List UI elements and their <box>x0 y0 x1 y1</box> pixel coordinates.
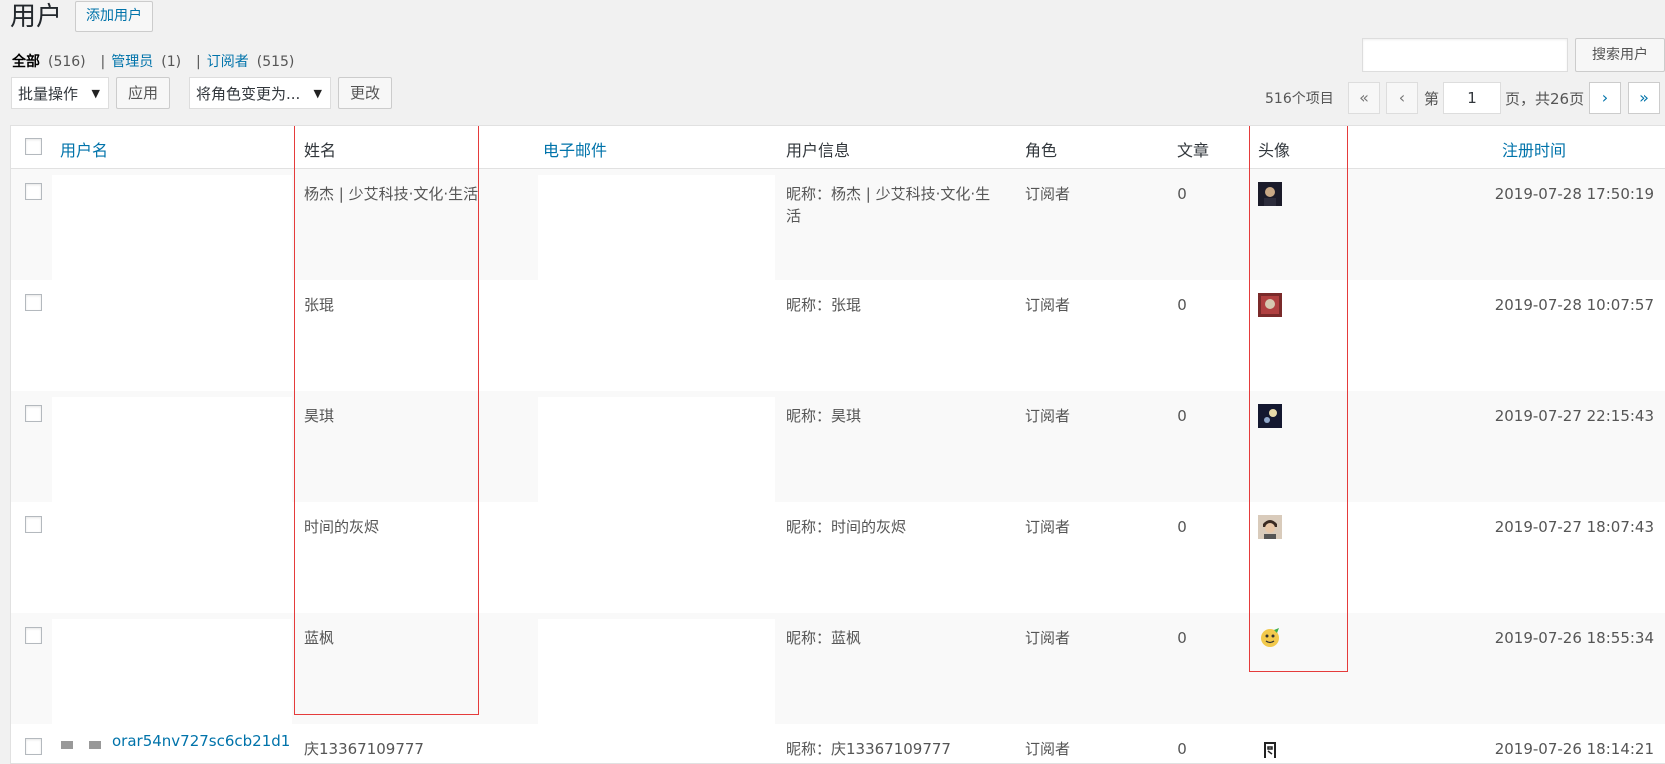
search-users-input[interactable] <box>1362 38 1568 72</box>
user-name: 蓝枫 <box>304 629 335 647</box>
table-row: 时间的灰烬 昵称：时间的灰烬 订阅者 0 2019-07-27 18:07:43 <box>11 502 1665 613</box>
registered-date: 2019-07-28 17:50:19 <box>1494 185 1654 203</box>
table-row: orar54nv727sc6cb21d1 庆13367109777 昵称：庆13… <box>11 724 1665 763</box>
change-role-label: 将角色变更为... <box>196 85 301 103</box>
role-filters: 全部 (516) | 管理员 (1) | 订阅者 (515) <box>12 52 294 72</box>
users-table: 用户名 姓名 电子邮件 用户信息 角色 文章 头像 注册时间 杨杰 | 少艾科技… <box>10 125 1665 764</box>
user-role: 订阅者 <box>1025 740 1071 758</box>
registered-date: 2019-07-26 18:55:34 <box>1494 629 1654 647</box>
filter-all-count: (516) <box>48 54 86 70</box>
table-row: 张琨 昵称：张琨 订阅者 0 2019-07-28 10:07:57 <box>11 280 1665 391</box>
column-posts: 文章 <box>1177 141 1210 160</box>
column-role: 角色 <box>1025 141 1058 160</box>
filter-subscriber-count: (515) <box>256 54 295 70</box>
current-page-input[interactable]: 1 <box>1443 82 1501 114</box>
registered-date: 2019-07-27 18:07:43 <box>1494 518 1654 536</box>
next-page-button[interactable]: › <box>1589 82 1621 114</box>
redacted-email <box>538 397 775 502</box>
select-all-checkbox[interactable] <box>25 138 42 155</box>
last-page-button[interactable]: » <box>1628 82 1660 114</box>
column-email[interactable]: 电子邮件 <box>543 137 607 161</box>
column-user-info: 用户信息 <box>786 141 851 160</box>
filter-administrator-count: (1) <box>161 54 182 70</box>
redacted-username <box>52 175 292 280</box>
registered-date: 2019-07-26 18:14:21 <box>1494 740 1654 758</box>
user-name: 杨杰 | 少艾科技·文化·生活 <box>304 185 479 203</box>
user-name: 时间的灰烬 <box>304 518 380 536</box>
row-checkbox[interactable] <box>25 294 42 311</box>
search-users-button[interactable]: 搜索用户 <box>1575 38 1665 72</box>
avatar <box>1258 515 1282 539</box>
items-count: 516个项目 <box>1265 91 1334 107</box>
registered-date: 2019-07-28 10:07:57 <box>1494 296 1654 314</box>
filter-separator: | <box>96 54 106 70</box>
user-posts[interactable]: 0 <box>1167 294 1197 316</box>
column-avatar: 头像 <box>1258 141 1291 160</box>
user-name: 昊琪 <box>304 407 335 425</box>
user-posts[interactable]: 0 <box>1167 627 1197 649</box>
filter-all[interactable]: 全部 <box>12 54 40 70</box>
user-nickname-wrap: 活 <box>786 207 802 225</box>
user-nickname: 昵称：杨杰 | 少艾科技·文化·生 <box>786 185 991 203</box>
registered-date: 2019-07-27 22:15:43 <box>1494 407 1654 425</box>
avatar <box>1258 293 1282 317</box>
user-avatar-placeholder-icon <box>89 741 101 749</box>
prev-page-button[interactable]: ‹ <box>1386 82 1418 114</box>
table-header: 用户名 姓名 电子邮件 用户信息 角色 文章 头像 注册时间 <box>11 126 1665 169</box>
table-row: 杨杰 | 少艾科技·文化·生活 昵称：杨杰 | 少艾科技·文化·生 活 订阅者 … <box>11 169 1665 280</box>
apply-button[interactable]: 应用 <box>116 77 170 109</box>
avatar <box>1258 182 1282 206</box>
redacted-email <box>538 175 775 280</box>
row-checkbox[interactable] <box>25 627 42 644</box>
bulk-action-select[interactable]: 批量操作 ▼ <box>11 77 109 109</box>
user-posts[interactable]: 0 <box>1167 516 1197 538</box>
user-info: 昵称：蓝枫 <box>786 629 862 647</box>
user-info: 昵称：庆13367109777 <box>786 740 951 758</box>
user-posts[interactable]: 0 <box>1167 405 1197 427</box>
row-checkbox[interactable] <box>25 516 42 533</box>
page-prefix: 第 <box>1424 90 1440 108</box>
column-registered[interactable]: 注册时间 <box>1502 137 1566 161</box>
avatar <box>1258 738 1282 762</box>
filter-separator: | <box>191 54 201 70</box>
bulk-action-label: 批量操作 <box>18 85 79 103</box>
redacted-username <box>52 619 292 724</box>
username-link[interactable]: orar54nv727sc6cb21d1 <box>112 732 290 750</box>
row-checkbox[interactable] <box>25 738 42 755</box>
user-role: 订阅者 <box>1025 629 1071 647</box>
page-title: 用户 <box>10 2 63 32</box>
user-role: 订阅者 <box>1025 518 1071 536</box>
user-posts[interactable]: 0 <box>1167 183 1197 205</box>
column-name: 姓名 <box>304 141 337 160</box>
dropdown-arrow-icon: ▼ <box>91 87 100 100</box>
user-info: 昵称：昊琪 <box>786 407 862 425</box>
page-suffix: 页，共26页 <box>1505 90 1585 108</box>
user-name: 庆13367109777 <box>304 740 424 758</box>
user-info: 昵称：时间的灰烬 <box>786 518 907 536</box>
user-role: 订阅者 <box>1025 296 1071 314</box>
user-role: 订阅者 <box>1025 185 1071 203</box>
first-page-button[interactable]: « <box>1348 82 1380 114</box>
user-name: 张琨 <box>304 296 335 314</box>
user-role: 订阅者 <box>1025 407 1071 425</box>
change-role-select[interactable]: 将角色变更为... ▼ <box>189 77 331 109</box>
filter-administrator[interactable]: 管理员 <box>111 54 153 70</box>
column-username[interactable]: 用户名 <box>60 137 108 161</box>
redacted-username <box>52 397 292 502</box>
row-checkbox[interactable] <box>25 405 42 422</box>
user-avatar-placeholder-icon <box>61 741 73 749</box>
add-user-button[interactable]: 添加用户 <box>75 1 153 32</box>
table-row: 昊琪 昵称：昊琪 订阅者 0 2019-07-27 22:15:43 <box>11 391 1665 502</box>
row-checkbox[interactable] <box>25 183 42 200</box>
filter-subscriber[interactable]: 订阅者 <box>207 54 249 70</box>
redacted-email <box>538 619 775 724</box>
avatar <box>1258 626 1282 650</box>
user-info: 昵称：杨杰 | 少艾科技·文化·生 活 <box>786 183 1001 227</box>
dropdown-arrow-icon: ▼ <box>313 87 322 100</box>
user-posts[interactable]: 0 <box>1167 738 1197 760</box>
table-row: 蓝枫 昵称：蓝枫 订阅者 0 2019-07-26 18:55:34 <box>11 613 1665 724</box>
avatar <box>1258 404 1282 428</box>
user-info: 昵称：张琨 <box>786 296 862 314</box>
change-role-button[interactable]: 更改 <box>338 77 392 109</box>
